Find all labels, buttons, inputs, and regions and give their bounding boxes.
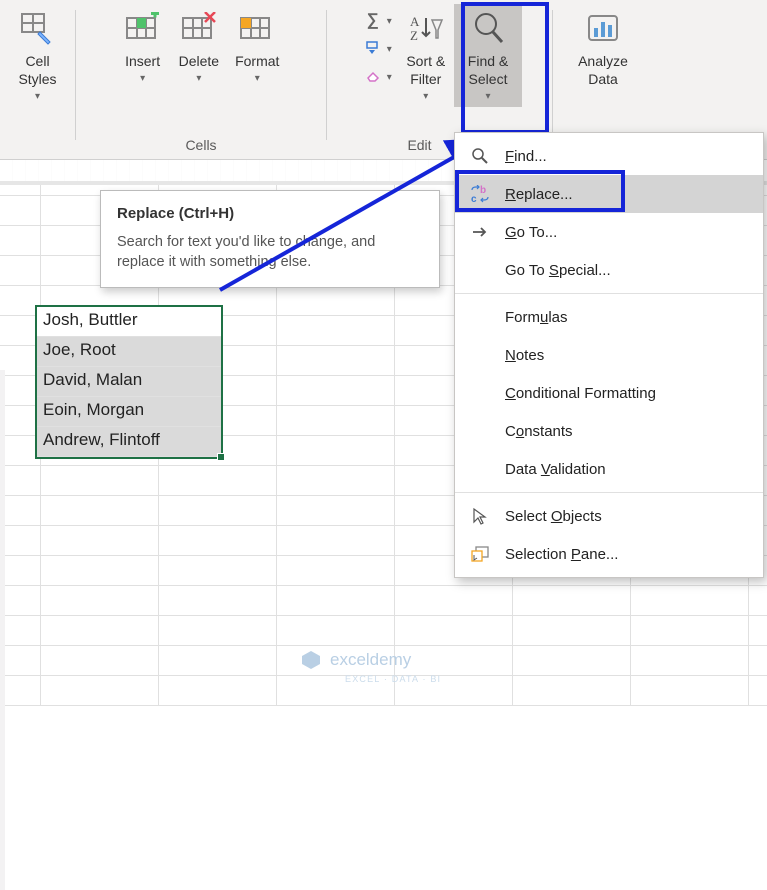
analyze-data-icon <box>583 8 623 48</box>
chevron-down-icon: ▾ <box>387 16 392 27</box>
eraser-icon <box>363 66 383 86</box>
menu-item-constants[interactable]: Constants <box>455 412 763 450</box>
clear-button[interactable]: ▾ <box>363 64 392 88</box>
fill-handle[interactable] <box>217 453 225 461</box>
insert-label: Insert <box>125 52 160 70</box>
analyze-data-button[interactable]: Analyze Data <box>570 4 636 92</box>
selection-pane-icon <box>469 544 491 564</box>
tooltip-replace: Replace (Ctrl+H) Search for text you'd l… <box>100 190 440 288</box>
watermark: exceldemy <box>300 649 411 671</box>
menu-label: Conditional Formatting <box>505 385 656 402</box>
chevron-down-icon: ▾ <box>387 72 392 83</box>
menu-item-data-validation[interactable]: Data Validation <box>455 450 763 488</box>
cell[interactable]: Josh, Buttler <box>37 307 221 337</box>
menu-item-goto-special[interactable]: Go To Special... <box>455 251 763 289</box>
menu-label: Select Objects <box>505 508 602 525</box>
svg-text:A: A <box>410 14 420 29</box>
menu-item-find[interactable]: Find... <box>455 137 763 175</box>
chevron-down-icon: ▾ <box>423 90 428 103</box>
menu-separator <box>455 293 763 294</box>
menu-item-replace[interactable]: b c Replace... <box>455 175 763 213</box>
menu-item-conditional-formatting[interactable]: Conditional Formatting <box>455 374 763 412</box>
menu-item-selection-pane[interactable]: Selection Pane... <box>455 535 763 573</box>
delete-button[interactable]: Delete ▾ <box>171 4 227 89</box>
fill-down-icon <box>363 38 383 58</box>
goto-arrow-icon <box>469 222 491 242</box>
chevron-down-icon: ▾ <box>486 90 491 103</box>
chevron-down-icon: ▾ <box>196 72 201 85</box>
analyze-data-label: Analyze Data <box>578 52 628 88</box>
watermark-icon <box>300 649 322 671</box>
find-select-label: Find & Select <box>468 52 508 88</box>
cell-styles-button[interactable]: Cell Styles ▾ <box>10 4 66 107</box>
insert-button[interactable]: Insert ▾ <box>115 4 171 89</box>
cell-styles-label: Cell Styles <box>18 52 56 88</box>
sigma-icon: ∑ <box>363 10 383 30</box>
insert-cells-icon <box>123 8 163 48</box>
menu-label: Constants <box>505 423 573 440</box>
menu-label: Notes <box>505 347 544 364</box>
replace-arrows-icon: b c <box>469 184 491 204</box>
cell[interactable]: David, Malan <box>37 367 221 397</box>
menu-item-formulas[interactable]: Formulas <box>455 298 763 336</box>
watermark-brand: exceldemy <box>330 650 411 670</box>
svg-text:c: c <box>471 194 477 203</box>
find-select-button[interactable]: Find & Select ▾ <box>454 4 522 107</box>
chevron-down-icon: ▾ <box>35 90 40 103</box>
format-label: Format <box>235 52 279 70</box>
menu-label: Formulas <box>505 309 568 326</box>
fill-button[interactable]: ▾ <box>363 36 392 60</box>
menu-label: Go To... <box>505 224 557 241</box>
find-select-menu: Find... b c Replace... Go To... Go To Sp… <box>454 132 764 578</box>
menu-label: Replace... <box>505 186 573 203</box>
menu-item-goto[interactable]: Go To... <box>455 213 763 251</box>
chevron-down-icon: ▾ <box>140 72 145 85</box>
chevron-down-icon: ▾ <box>387 44 392 55</box>
magnifier-icon <box>468 8 508 48</box>
tooltip-body: Search for text you'd like to change, an… <box>117 232 423 273</box>
menu-label: Go To Special... <box>505 262 611 279</box>
menu-label: Find... <box>505 148 547 165</box>
format-cells-icon <box>237 8 277 48</box>
menu-label: Selection Pane... <box>505 546 618 563</box>
cell[interactable]: Eoin, Morgan <box>37 397 221 427</box>
delete-label: Delete <box>179 52 219 70</box>
svg-text:b: b <box>480 185 486 196</box>
autosum-button[interactable]: ∑ ▾ <box>363 8 392 32</box>
sort-filter-button[interactable]: A Z Sort & Filter ▾ <box>398 4 454 107</box>
menu-item-select-objects[interactable]: Select Objects <box>455 497 763 535</box>
cell[interactable]: Joe, Root <box>37 337 221 367</box>
watermark-tagline: EXCEL · DATA · BI <box>345 674 441 684</box>
tooltip-title: Replace (Ctrl+H) <box>117 205 423 222</box>
format-button[interactable]: Format ▾ <box>227 4 287 89</box>
menu-item-notes[interactable]: Notes <box>455 336 763 374</box>
chevron-down-icon: ▾ <box>255 72 260 85</box>
magnifier-icon <box>469 146 491 166</box>
sort-filter-icon: A Z <box>406 8 446 48</box>
cursor-icon <box>469 506 491 526</box>
delete-cells-icon <box>179 8 219 48</box>
cell[interactable]: Andrew, Flintoff <box>37 427 221 457</box>
menu-separator <box>455 492 763 493</box>
cell-selection[interactable]: Josh, Buttler Joe, Root David, Malan Eoi… <box>35 305 223 459</box>
svg-text:Z: Z <box>410 28 418 43</box>
row-header-edge <box>0 370 5 890</box>
menu-label: Data Validation <box>505 461 606 478</box>
sort-filter-label: Sort & Filter <box>406 52 445 88</box>
cell-styles-icon <box>18 8 58 48</box>
